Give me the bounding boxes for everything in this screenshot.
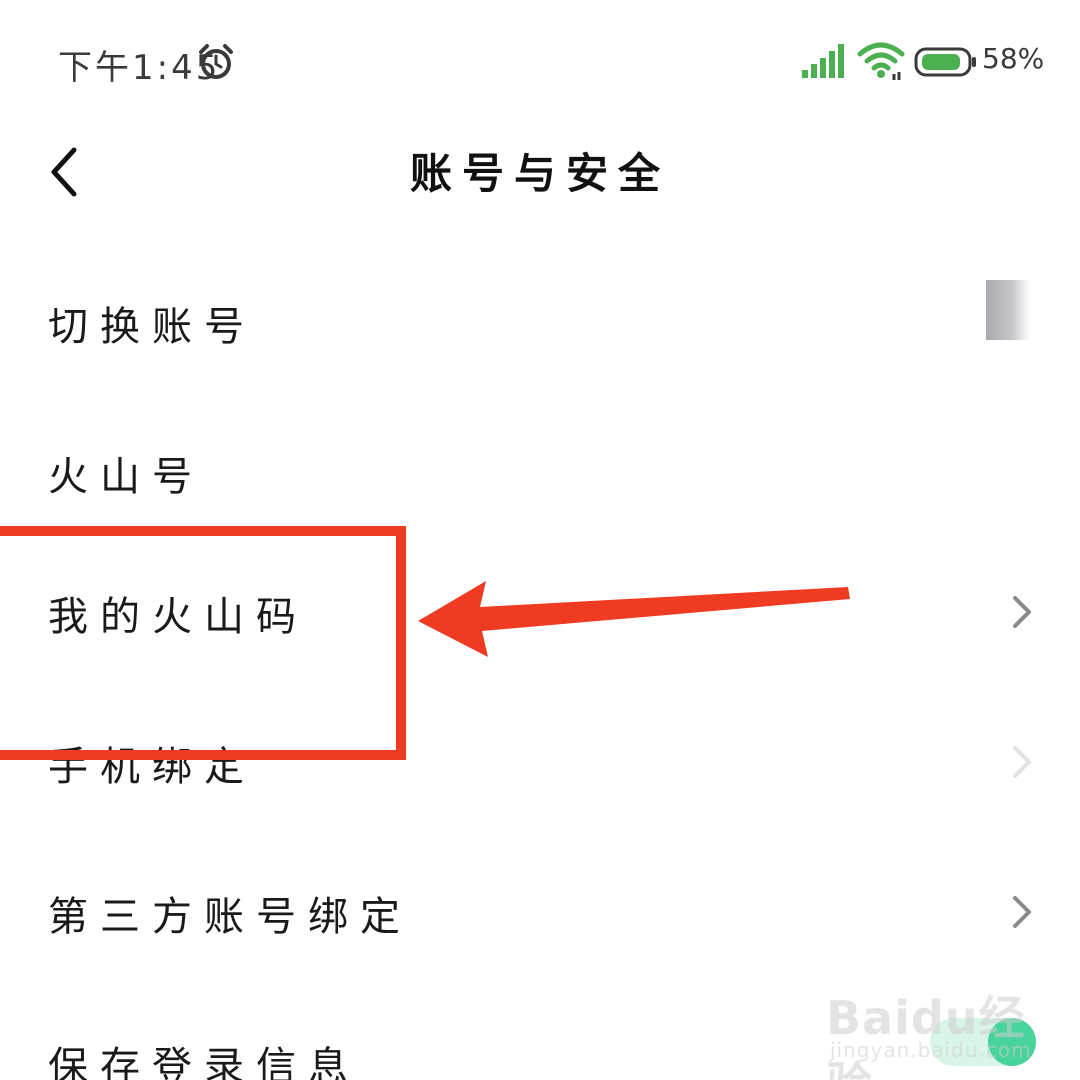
settings-item-label: 切换账号	[48, 304, 256, 350]
chevron-right-icon	[1013, 596, 1031, 628]
alarm-icon	[199, 44, 233, 79]
chevron-right-icon	[1013, 746, 1031, 778]
chevron-right-icon	[1013, 896, 1031, 928]
status-bar: 下午1:45 58%	[0, 0, 1080, 120]
settings-item-switch-account[interactable]: 切换账号	[0, 250, 1080, 390]
settings-item-volcano-id[interactable]: 火山号	[0, 400, 1080, 540]
watermark-brand: Baidu经验	[826, 991, 1026, 1080]
watermark: Baidu经验 jingyan.baidu.com	[826, 960, 1066, 1080]
watermark-url: jingyan.baidu.com	[830, 1038, 1032, 1062]
settings-item-label: 第三方账号绑定	[48, 894, 412, 940]
wifi-icon	[857, 42, 905, 80]
settings-item-label: 火山号	[48, 454, 204, 500]
settings-item-label: 保存登录信息	[48, 1044, 360, 1080]
avatar-thumbnail	[986, 280, 1030, 340]
settings-item-third-party-binding[interactable]: 第三方账号绑定	[0, 840, 1080, 980]
page-title: 账号与安全	[409, 149, 670, 198]
signal-icon	[802, 44, 844, 78]
annotation-highlight-box	[0, 526, 406, 760]
phone-screen: 下午1:45 58% 账号与安全 切换账号 火山号 我的火山码 手机绑定 第三方…	[0, 0, 1080, 1080]
battery-icon	[914, 47, 976, 77]
header: 账号与安全	[0, 120, 1080, 220]
battery-percent: 58%	[982, 42, 1045, 75]
annotation-arrow-icon	[418, 581, 850, 657]
